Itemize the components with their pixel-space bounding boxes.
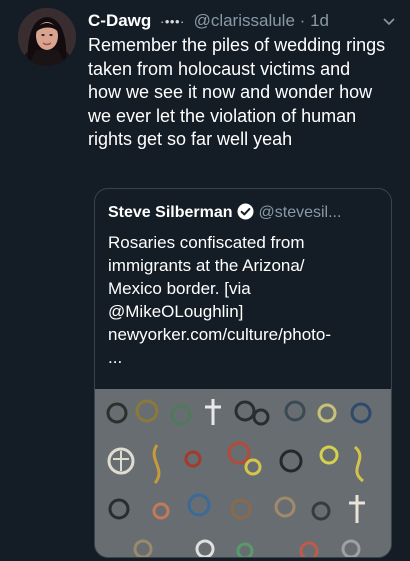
tweet[interactable]: C-Dawg ·•••· @clarissalule · 1d Remember… xyxy=(0,0,410,561)
timestamp[interactable]: 1d xyxy=(310,11,329,30)
quoted-tweet-header: Steve Silberman @stevesil... xyxy=(108,202,383,224)
quoted-display-name[interactable]: Steve Silberman xyxy=(108,204,233,221)
quoted-mention[interactable]: @MikeOLoughlin] xyxy=(108,300,380,323)
quoted-text-line: immigrants at the Arizona/ xyxy=(108,256,305,275)
tweet-text: Remember the piles of wedding rings take… xyxy=(88,35,386,149)
avatar[interactable] xyxy=(18,8,76,66)
quoted-tweet-text: Rosaries confiscated from immigrants at … xyxy=(108,231,380,369)
user-handle[interactable]: @clarissalule xyxy=(194,11,295,30)
display-name[interactable]: C-Dawg xyxy=(88,11,151,30)
quoted-text-ellipsis: ... xyxy=(108,348,123,367)
quoted-tweet[interactable]: Steve Silberman @stevesil... Rosaries co… xyxy=(94,188,392,558)
rosaries-photo[interactable] xyxy=(95,389,391,557)
tweet-header: C-Dawg ·•••· @clarissalule · 1d xyxy=(88,10,398,34)
quoted-text-line: Mexico border. [via xyxy=(108,279,251,298)
quoted-text-line: Rosaries confiscated from xyxy=(108,233,305,252)
separator: · xyxy=(299,11,306,30)
quoted-link[interactable]: newyorker.com/culture/photo- xyxy=(108,323,380,346)
quoted-user-handle[interactable]: @stevesil... xyxy=(259,204,342,221)
name-decoration: ·•••· xyxy=(160,14,185,29)
chevron-down-icon[interactable] xyxy=(382,12,396,26)
verified-badge-icon xyxy=(237,203,254,220)
